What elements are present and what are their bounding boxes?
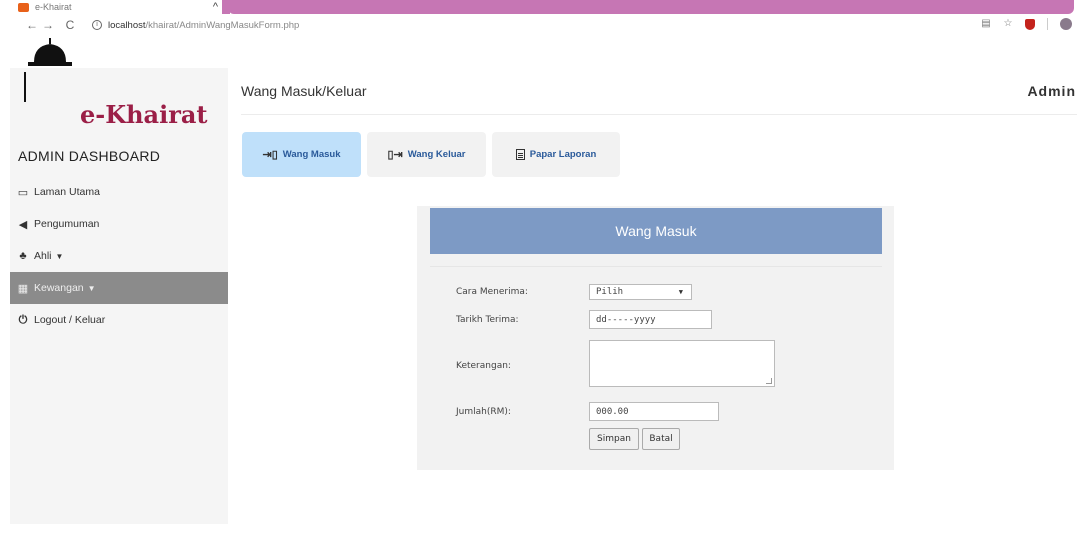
cara-menerima-select[interactable]: Pilih ▼ [589, 284, 692, 300]
browser-tab-strip [228, 0, 1074, 14]
user-label[interactable]: Admin [1027, 83, 1076, 99]
resize-handle-icon[interactable] [766, 378, 772, 384]
page-title: Wang Masuk/Keluar [241, 83, 367, 99]
sidebar-item-logout[interactable]: ⏻ Logout / Keluar [10, 304, 228, 336]
sidebar-item-kewangan[interactable]: ▦ Kewangan ▼ [10, 272, 228, 304]
translate-icon[interactable]: ▤ [981, 19, 991, 29]
users-icon: ♣ [19, 250, 27, 262]
tab-wang-masuk[interactable]: ⇥▯ Wang Masuk [242, 132, 361, 177]
back-icon[interactable]: ← [24, 18, 40, 32]
tab-papar-laporan[interactable]: Papar Laporan [492, 132, 620, 177]
tab-label: Wang Keluar [407, 149, 466, 160]
form-heading: Wang Masuk [430, 208, 882, 254]
shield-extension-icon[interactable] [1025, 18, 1035, 30]
select-value: Pilih [596, 287, 624, 297]
tab-label: Wang Masuk [282, 149, 341, 160]
divider [241, 114, 1077, 115]
cara-menerima-label: Cara Menerima: [456, 287, 528, 297]
url-host: localhost [108, 19, 146, 31]
profile-avatar-icon[interactable] [1060, 18, 1072, 30]
bullhorn-icon: ◀ [18, 218, 28, 231]
sidebar-item-label: Logout / Keluar [34, 314, 106, 326]
sidebar-item-label: Pengumuman [34, 218, 100, 230]
close-tab-icon[interactable]: ^ [213, 1, 218, 13]
url-path: /khairat/AdminWangMasukForm.php [145, 19, 300, 31]
tab-wang-keluar[interactable]: ▯⇥ Wang Keluar [367, 132, 486, 177]
tab-label: Papar Laporan [529, 149, 597, 160]
tarikh-terima-input[interactable]: dd-----yyyy [589, 310, 712, 329]
power-icon: ⏻ [18, 313, 28, 326]
jumlah-label: Jumlah(RM): [456, 407, 511, 417]
sidebar-item-laman-utama[interactable]: ▭ Laman Utama [10, 176, 228, 208]
keterangan-textarea[interactable] [589, 340, 775, 387]
caret-down-icon: ▼ [55, 251, 64, 261]
favicon-icon [18, 2, 29, 12]
toolbar-divider [1047, 18, 1048, 30]
url-field[interactable]: i localhost/khairat/AdminWangMasukForm.p… [92, 20, 299, 31]
simpan-button[interactable]: Simpan [589, 428, 639, 450]
jumlah-input[interactable]: 000.00 [589, 402, 719, 421]
monitor-icon: ▭ [17, 186, 29, 199]
action-tabs: ⇥▯ Wang Masuk ▯⇥ Wang Keluar Papar Lapor… [242, 132, 620, 177]
mosque-logo-icon [28, 38, 72, 66]
chevron-down-icon: ▼ [678, 288, 683, 296]
wang-masuk-form: Wang Masuk Cara Menerima: Pilih ▼ Tarikh… [417, 206, 894, 470]
batal-button[interactable]: Batal [642, 428, 680, 450]
info-icon[interactable]: i [92, 20, 102, 30]
tarikh-terima-label: Tarikh Terima: [456, 315, 519, 325]
caret-down-icon: ▼ [87, 283, 96, 293]
browser-tab[interactable]: e-Khairat ^ [18, 0, 228, 14]
sidebar-item-label: Laman Utama [34, 186, 100, 198]
money-icon: ▦ [17, 282, 29, 295]
sidebar-item-label: Ahli [34, 250, 52, 262]
logo-pole [24, 72, 26, 102]
sidebar-title: ADMIN DASHBOARD [18, 148, 161, 164]
sidebar-item-label: Kewangan [34, 282, 84, 294]
date-placeholder: dd-----yyyy [596, 314, 656, 325]
sign-out-icon: ▯⇥ [387, 149, 403, 161]
sidebar-item-ahli[interactable]: ♣ Ahli ▼ [10, 240, 228, 272]
form-divider [430, 266, 882, 267]
browser-tab-title: e-Khairat [35, 2, 72, 12]
forward-icon[interactable]: → [40, 18, 56, 32]
amount-placeholder: 000.00 [596, 406, 629, 417]
sidebar-item-pengumuman[interactable]: ◀ Pengumuman [10, 208, 228, 240]
reload-icon[interactable]: C [62, 18, 78, 32]
star-icon[interactable]: ☆ [1003, 19, 1013, 29]
keterangan-label: Keterangan: [456, 361, 511, 371]
document-icon [515, 149, 525, 160]
sidebar-menu: ▭ Laman Utama ◀ Pengumuman ♣ Ahli ▼ ▦ Ke… [10, 176, 228, 336]
brand-logo-text[interactable]: e-Khairat [80, 100, 208, 129]
sign-in-icon: ⇥▯ [262, 149, 278, 161]
